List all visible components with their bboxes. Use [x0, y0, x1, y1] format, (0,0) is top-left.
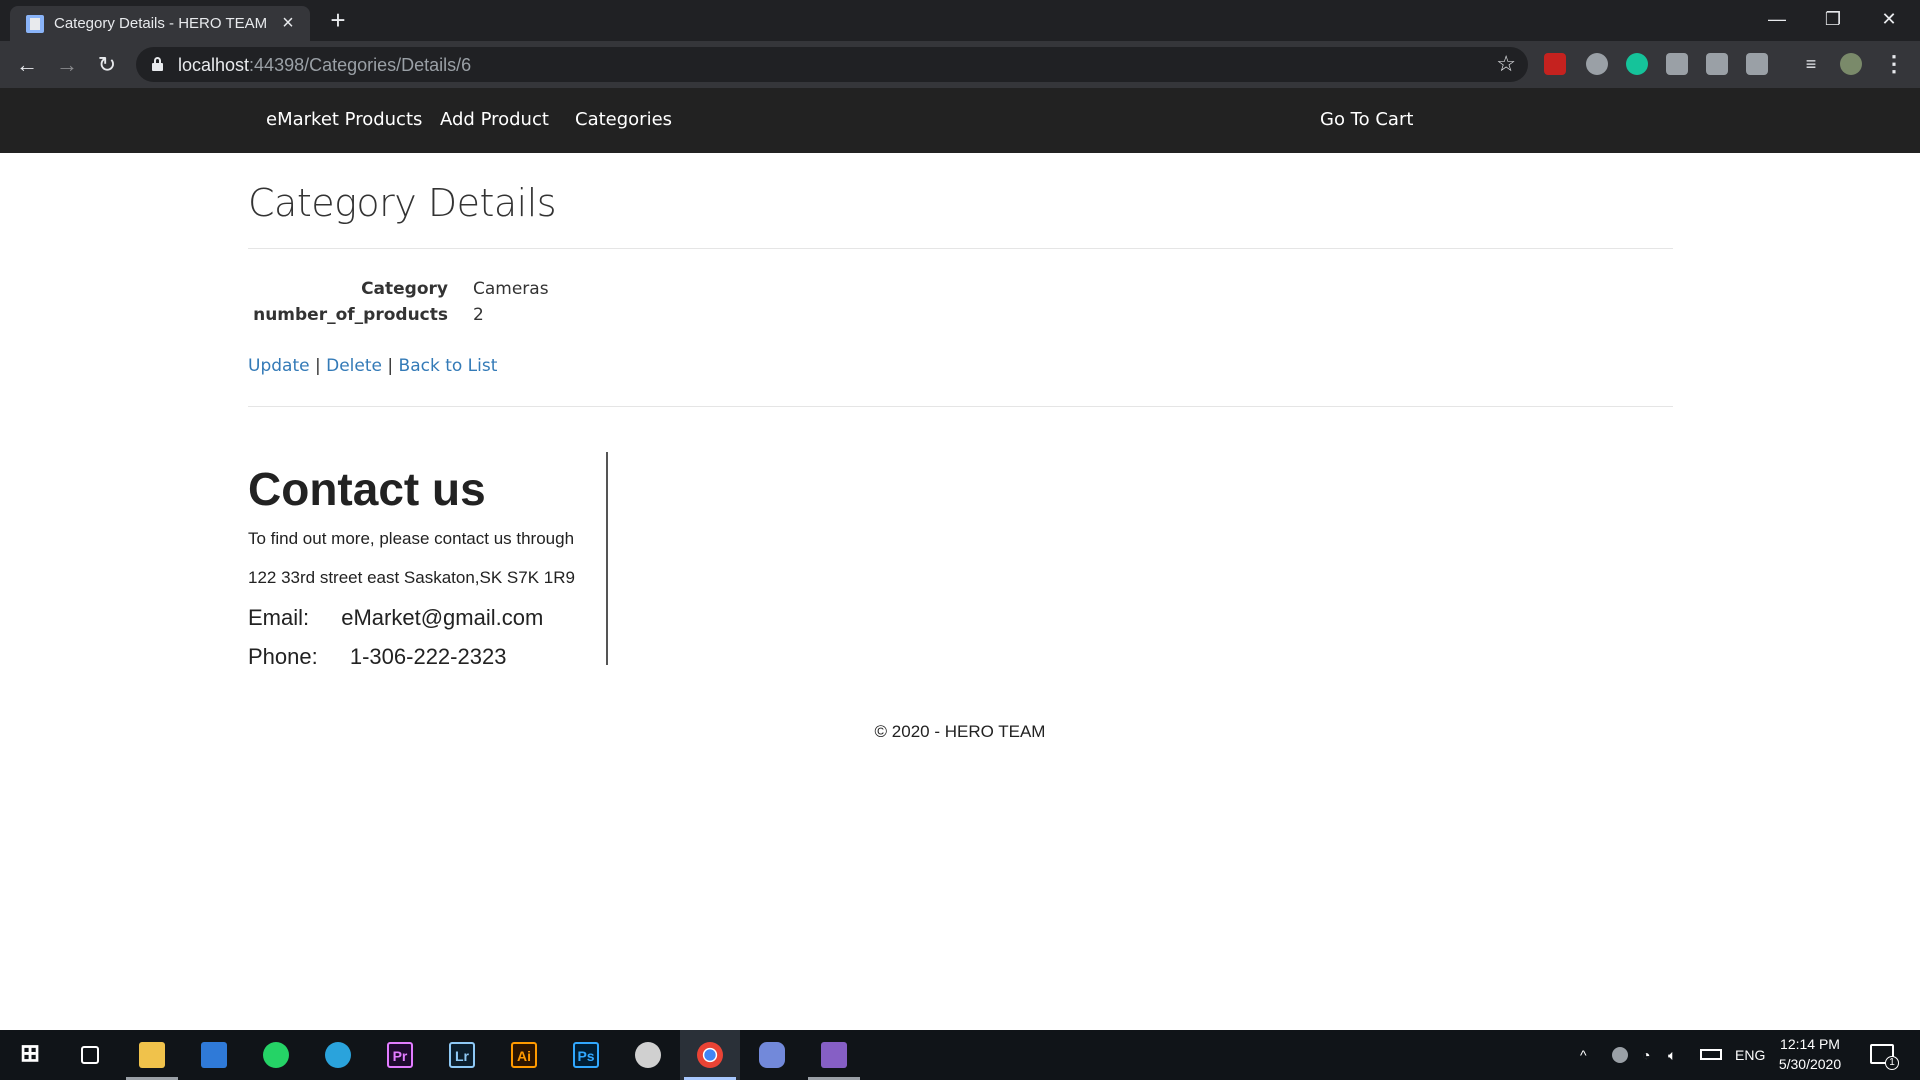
nav-categories[interactable]: Categories	[575, 109, 672, 130]
wifi-icon[interactable]: ◔	[1642, 1030, 1650, 1080]
category-label: Category	[361, 279, 448, 299]
clock-time: 12:14 PM	[1780, 1036, 1840, 1052]
contact-section: Contact us To find out more, please cont…	[248, 452, 608, 669]
premiere-icon: Pr	[387, 1042, 413, 1068]
url-text: localhost:44398/Categories/Details/6	[178, 55, 472, 75]
email-row: Email: eMarket@gmail.com	[248, 605, 543, 631]
separator: |	[387, 356, 394, 376]
clock[interactable]: 12:14 PM 5/30/2020	[1778, 1030, 1842, 1080]
footer: © 2020 - HERO TEAM	[874, 722, 1046, 741]
tab-title: Category Details - HERO TEAM	[54, 15, 268, 32]
taskbar-unity[interactable]	[618, 1030, 678, 1080]
separator: |	[314, 356, 321, 376]
taskbar-file-explorer[interactable]	[122, 1030, 182, 1080]
clock-date: 5/30/2020	[1778, 1056, 1842, 1072]
windows-start-button[interactable]: ⊞	[0, 1030, 60, 1080]
browser-tab[interactable]: Category Details - HERO TEAM ×	[10, 6, 310, 41]
taskbar-chrome[interactable]	[680, 1030, 740, 1080]
task-view-icon	[81, 1046, 99, 1064]
camera-extension-icon[interactable]	[1706, 53, 1728, 75]
phone-label: Phone:	[248, 644, 318, 669]
brand-link[interactable]: eMarket Products	[266, 109, 422, 130]
taskbar-telegram[interactable]	[308, 1030, 368, 1080]
taskbar-whatsapp[interactable]	[246, 1030, 306, 1080]
page-title: Category Details	[248, 181, 557, 225]
lock-icon[interactable]	[152, 57, 163, 71]
contact-address: 122 33rd street east Saskaton,SK S7K 1R9	[248, 568, 575, 587]
windows-logo-icon: ⊞	[19, 1040, 41, 1067]
taskbar-lightroom[interactable]: Lr	[432, 1030, 492, 1080]
minimize-button[interactable]: —	[1762, 6, 1792, 32]
back-to-list-link[interactable]: Back to List	[399, 356, 498, 376]
task-view-button[interactable]	[60, 1030, 120, 1080]
address-bar[interactable]: localhost:44398/Categories/Details/6 ☆	[136, 47, 1528, 82]
taskbar-visual-studio[interactable]	[804, 1030, 864, 1080]
telegram-icon	[325, 1042, 351, 1068]
language-indicator[interactable]: ENG	[1735, 1030, 1765, 1080]
media-control-icon[interactable]: ≡	[1800, 53, 1822, 75]
forward-button[interactable]: →	[52, 50, 82, 80]
page-favicon-icon	[26, 15, 44, 33]
unity-icon	[635, 1042, 661, 1068]
grammarly-icon[interactable]	[1626, 53, 1648, 75]
new-tab-button[interactable]: +	[324, 6, 352, 34]
contact-heading: Contact us	[248, 463, 486, 515]
reload-button[interactable]: ↻	[92, 50, 122, 80]
divider	[248, 406, 1673, 407]
windows-taskbar: ⊞ Pr Lr Ai Ps ^ ◔ 🔈︎ ENG 12:14 PM 5/30/2…	[0, 1030, 1920, 1080]
battery-icon[interactable]	[1700, 1049, 1722, 1060]
divider	[248, 248, 1673, 249]
browser-toolbar: ← → ↻ localhost:44398/Categories/Details…	[0, 41, 1920, 88]
phone-row: Phone: 1-306-222-2323	[248, 644, 506, 670]
restore-button[interactable]: ❐	[1818, 6, 1848, 32]
taskbar-illustrator[interactable]: Ai	[494, 1030, 554, 1080]
discord-icon	[759, 1042, 785, 1068]
avatar[interactable]	[1840, 53, 1862, 75]
volume-icon[interactable]: 🔈︎	[1668, 1030, 1676, 1080]
taskbar-discord[interactable]	[742, 1030, 802, 1080]
nav-add-product[interactable]: Add Product	[440, 109, 549, 130]
close-window-button[interactable]: ✕	[1874, 6, 1904, 32]
illustrator-icon: Ai	[511, 1042, 537, 1068]
category-value: Cameras	[473, 279, 549, 299]
browser-tabstrip: Category Details - HERO TEAM × + — ❐ ✕	[0, 0, 1920, 41]
site-navbar: eMarket Products Add Product Categories …	[0, 88, 1920, 153]
visual-studio-icon	[821, 1042, 847, 1068]
whatsapp-icon	[263, 1042, 289, 1068]
close-tab-icon[interactable]: ×	[278, 13, 298, 33]
nav-go-to-cart[interactable]: Go To Cart	[1320, 109, 1413, 130]
taskbar-photoshop[interactable]: Ps	[556, 1030, 616, 1080]
taskbar-mail[interactable]	[184, 1030, 244, 1080]
number-of-products-label: number_of_products	[253, 305, 448, 325]
contact-intro: To find out more, please contact us thro…	[248, 529, 575, 548]
phone-value: 1-306-222-2323	[349, 644, 507, 669]
mail-icon	[201, 1042, 227, 1068]
number-of-products-value: 2	[473, 305, 484, 325]
chrome-menu-icon[interactable]: ⋮	[1883, 51, 1905, 77]
lightroom-icon: Lr	[449, 1042, 475, 1068]
network-app-icon[interactable]	[1612, 1047, 1628, 1063]
taskbar-premiere[interactable]: Pr	[370, 1030, 430, 1080]
action-links: Update | Delete | Back to List	[248, 356, 497, 376]
update-link[interactable]: Update	[248, 356, 310, 376]
back-button[interactable]: ←	[12, 50, 42, 80]
show-hidden-icons-icon[interactable]: ^	[1580, 1030, 1587, 1080]
delete-link[interactable]: Delete	[326, 356, 382, 376]
email-value: eMarket@gmail.com	[341, 605, 544, 630]
bookmark-extension-icon[interactable]	[1544, 53, 1566, 75]
photoshop-icon: Ps	[573, 1042, 599, 1068]
bookmark-star-icon[interactable]: ☆	[1496, 51, 1516, 77]
notification-badge: 1	[1885, 1056, 1899, 1070]
chat-extension-icon[interactable]	[1586, 53, 1608, 75]
extension-icon[interactable]	[1666, 53, 1688, 75]
folder-icon	[139, 1042, 165, 1068]
bulb-extension-icon[interactable]	[1746, 53, 1768, 75]
email-label: Email:	[248, 605, 310, 630]
chrome-icon	[697, 1042, 723, 1068]
